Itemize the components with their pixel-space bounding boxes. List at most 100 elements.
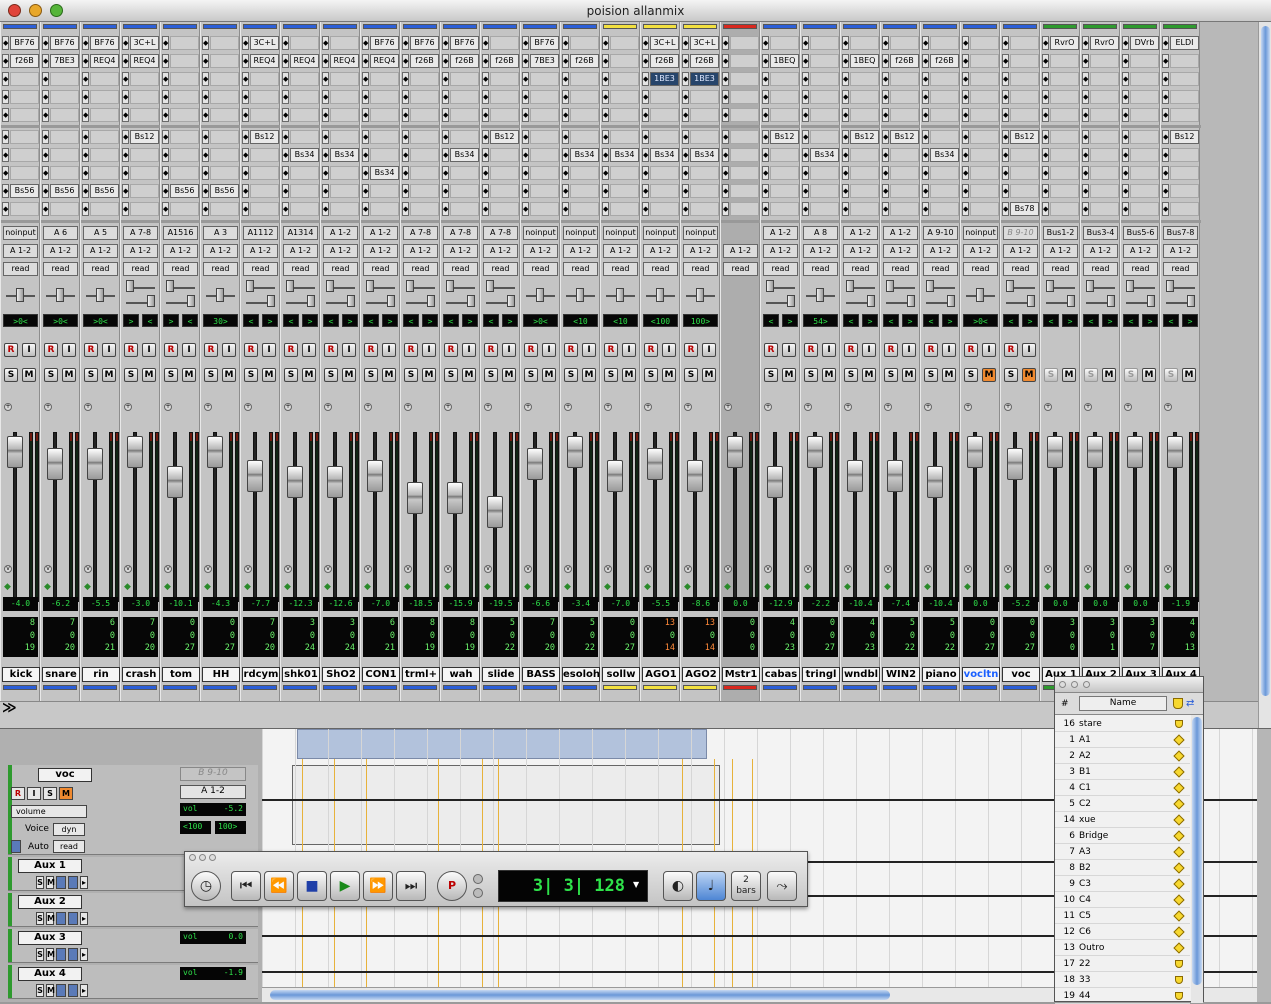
insert-name[interactable] <box>850 108 879 122</box>
insert-name[interactable] <box>1090 54 1119 68</box>
pan-display[interactable]: < > <box>283 314 318 327</box>
send-slot[interactable]: ◆ <box>842 165 879 181</box>
chevron-icon[interactable]: ◆ <box>122 90 129 104</box>
input-monitor-button[interactable]: I <box>822 343 836 357</box>
send-name[interactable] <box>130 148 159 162</box>
insert-slot[interactable]: ◆ <box>242 71 279 87</box>
volume-fader[interactable] <box>727 436 743 468</box>
chevron-icon[interactable]: ◆ <box>122 184 129 198</box>
record-enable-button[interactable]: R <box>364 343 378 357</box>
automation-icon[interactable]: ◆ <box>884 582 891 592</box>
send-name[interactable] <box>770 148 799 162</box>
chevron-icon[interactable]: ◆ <box>642 90 649 104</box>
track-color-bar[interactable] <box>683 24 717 29</box>
group-icon[interactable]: + <box>84 403 92 411</box>
volume-display[interactable]: -7.0 <box>363 597 398 611</box>
mute-button[interactable]: M <box>422 368 436 382</box>
volume-display[interactable]: 0.0 <box>963 597 998 611</box>
chevron-icon[interactable]: ◆ <box>322 130 329 144</box>
insert-slot[interactable]: ◆ <box>962 53 999 69</box>
chevron-icon[interactable]: ◆ <box>202 184 209 198</box>
track-color-bar[interactable] <box>483 24 517 29</box>
chevron-icon[interactable]: ◆ <box>322 36 329 50</box>
output-window-icon[interactable]: v <box>684 565 692 573</box>
insert-name[interactable] <box>1010 54 1039 68</box>
insert-slot[interactable]: ◆ <box>762 107 799 123</box>
chevron-icon[interactable]: ◆ <box>122 166 129 180</box>
automation-mode[interactable]: read <box>883 262 918 276</box>
volume-fader[interactable] <box>927 466 943 498</box>
input-selector[interactable]: A 1-2 <box>363 226 398 240</box>
chevron-icon[interactable]: ◆ <box>282 166 289 180</box>
chevron-icon[interactable]: ◆ <box>42 202 49 216</box>
pan-slider[interactable] <box>604 280 637 310</box>
send-name[interactable]: Bs34 <box>810 148 839 162</box>
chevron-icon[interactable]: ◆ <box>202 166 209 180</box>
automation-toggle[interactable] <box>56 876 66 889</box>
marker-icon[interactable] <box>1173 734 1185 746</box>
volume-fader[interactable] <box>7 436 23 468</box>
insert-slot[interactable]: ◆ <box>82 71 119 87</box>
chevron-icon[interactable]: ◆ <box>2 166 9 180</box>
send-slot[interactable]: ◆ <box>1002 147 1039 163</box>
chevron-icon[interactable]: ◆ <box>1082 90 1089 104</box>
chevron-icon[interactable]: ◆ <box>1002 90 1009 104</box>
insert-name[interactable]: 3C+L <box>650 36 679 50</box>
insert-name[interactable]: BF76 <box>370 36 399 50</box>
send-name[interactable] <box>10 166 39 180</box>
chevron-icon[interactable]: ◆ <box>482 184 489 198</box>
track-color-bar[interactable] <box>923 685 957 690</box>
automation-mode[interactable]: read <box>1003 262 1038 276</box>
chevron-icon[interactable]: ◆ <box>1002 54 1009 68</box>
volume-fader[interactable] <box>487 496 503 528</box>
track-color-bar[interactable] <box>523 685 557 690</box>
chevron-icon[interactable]: ◆ <box>962 72 969 86</box>
chevron-icon[interactable]: ◆ <box>202 130 209 144</box>
send-name[interactable] <box>930 166 959 180</box>
pan-slider[interactable] <box>1084 278 1117 308</box>
mute-button[interactable]: M <box>702 368 716 382</box>
input-selector[interactable]: noinput <box>523 226 558 240</box>
zoom-window-button[interactable] <box>1083 681 1090 688</box>
send-name[interactable] <box>50 202 79 216</box>
send-slot[interactable]: ◆ Bs34 <box>922 147 959 163</box>
solo-button[interactable]: S <box>284 368 298 382</box>
automation-mode[interactable]: read <box>1163 262 1198 276</box>
pan-display[interactable]: < > <box>363 314 398 327</box>
track-color-bar[interactable] <box>723 685 757 690</box>
automation-icon[interactable]: ◆ <box>1084 582 1091 592</box>
automation-icon[interactable]: ◆ <box>844 582 851 592</box>
insert-slot[interactable]: ◆ <box>322 89 359 105</box>
send-slot[interactable]: ◆ <box>402 129 439 145</box>
insert-slot[interactable]: ◆ <box>962 71 999 87</box>
output-selector[interactable]: A 1-2 <box>603 244 638 258</box>
chevron-icon[interactable]: ◆ <box>682 166 689 180</box>
track-color-bar[interactable] <box>1163 24 1197 29</box>
insert-slot[interactable]: ◆ <box>162 107 199 123</box>
chevron-icon[interactable]: ◆ <box>562 166 569 180</box>
automation-icon[interactable]: ◆ <box>1004 582 1011 592</box>
chevron-icon[interactable]: ◆ <box>42 130 49 144</box>
input-selector[interactable]: A 7-8 <box>483 226 518 240</box>
chevron-icon[interactable]: ◆ <box>1042 72 1049 86</box>
volume-display[interactable]: 0.0 <box>1043 597 1078 611</box>
chevron-icon[interactable]: ◆ <box>482 36 489 50</box>
insert-slot[interactable]: ◆ <box>42 107 79 123</box>
send-name[interactable] <box>370 202 399 216</box>
chevron-icon[interactable]: ◆ <box>802 72 809 86</box>
send-slot[interactable]: ◆ <box>162 165 199 181</box>
send-name[interactable] <box>1090 148 1119 162</box>
record-enable-button[interactable]: R <box>764 343 778 357</box>
scroll-thumb[interactable] <box>1261 26 1270 696</box>
chevron-icon[interactable]: ◆ <box>1162 90 1169 104</box>
group-icon[interactable]: + <box>764 403 772 411</box>
insert-name[interactable] <box>250 90 279 104</box>
track-name[interactable]: Aux 3 <box>18 931 82 945</box>
insert-name[interactable] <box>850 36 879 50</box>
shield-icon[interactable] <box>1175 992 1183 1000</box>
send-slot[interactable]: ◆ Bs12 <box>882 129 919 145</box>
output-selector[interactable]: A 1-2 <box>923 244 958 258</box>
track-color-bar[interactable] <box>323 24 357 29</box>
insert-slot[interactable]: ◆ <box>202 53 239 69</box>
group-icon[interactable]: + <box>524 403 532 411</box>
